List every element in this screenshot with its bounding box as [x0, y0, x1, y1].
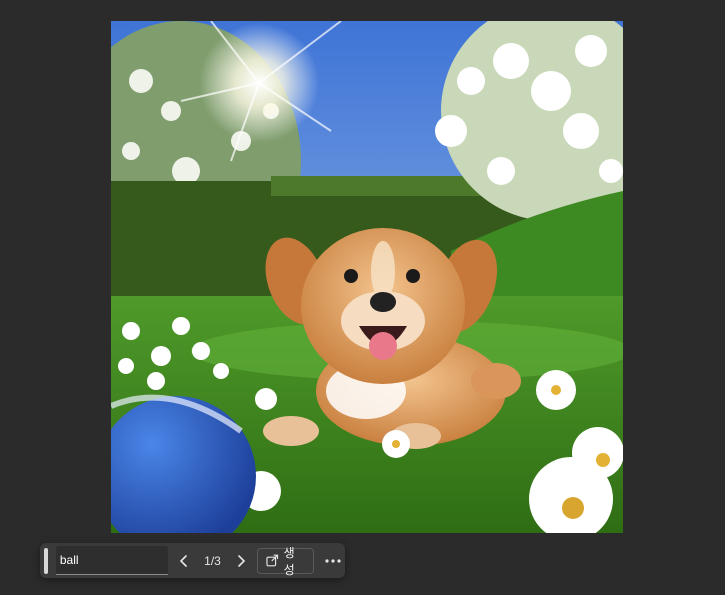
drag-handle[interactable]	[44, 547, 48, 574]
generate-button[interactable]: 생성	[257, 546, 314, 577]
prompt-input[interactable]	[55, 546, 168, 575]
generate-label: 생성	[283, 545, 295, 577]
generate-icon	[266, 554, 279, 567]
more-options-button[interactable]	[322, 547, 345, 575]
chevron-left-icon	[180, 554, 188, 567]
generated-image	[111, 21, 623, 533]
image-edit-toolbar: 1/3 생성	[40, 543, 345, 578]
puppy-scene	[111, 21, 623, 533]
previous-button[interactable]	[174, 547, 195, 575]
next-button[interactable]	[230, 547, 251, 575]
more-horizontal-icon	[325, 558, 342, 563]
result-counter: 1/3	[204, 553, 221, 568]
chevron-right-icon	[237, 554, 245, 567]
